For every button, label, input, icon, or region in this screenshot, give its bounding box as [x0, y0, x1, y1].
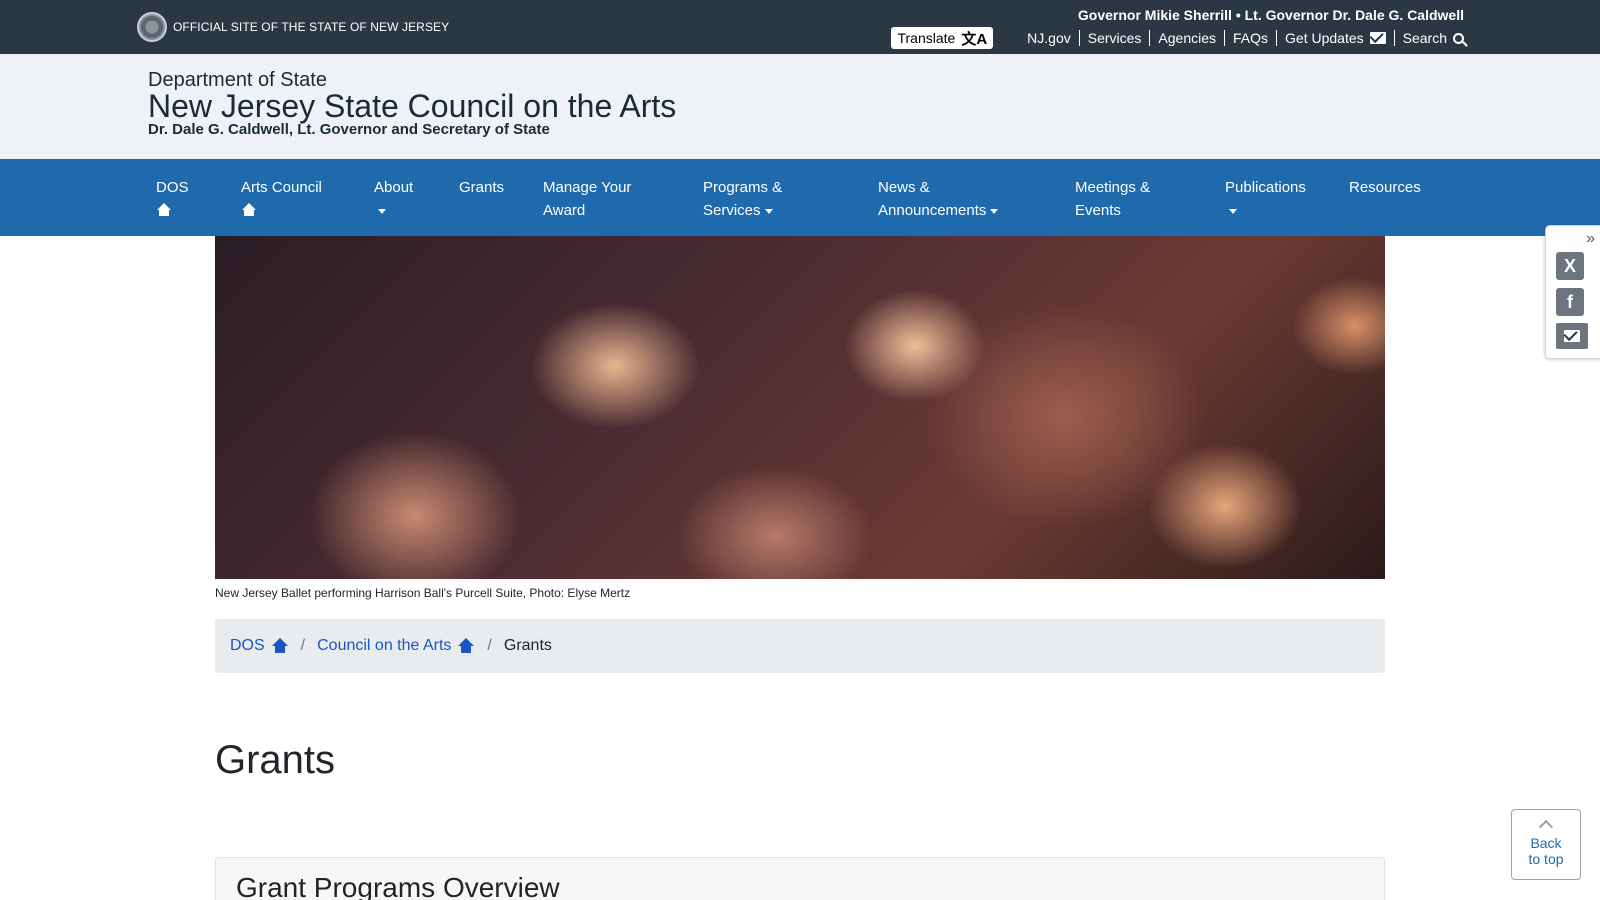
- facebook-glyph: f: [1567, 291, 1573, 312]
- nav-item-label: Programs &: [703, 179, 783, 196]
- chevron-up-icon: [1538, 819, 1554, 835]
- nav-item-label-2: Announcements: [878, 202, 987, 219]
- caret-down-icon: [1229, 208, 1237, 214]
- share-bar: » X f: [1545, 225, 1600, 359]
- nav-item-label: Publications: [1225, 179, 1306, 196]
- site-header: Department of State New Jersey State Cou…: [0, 54, 1600, 159]
- search-link[interactable]: Search: [1395, 30, 1464, 46]
- nav-item-programs-services[interactable]: Programs & Services: [703, 176, 782, 222]
- hero-image: [215, 236, 1385, 579]
- nav-item-label-2: Services: [703, 202, 761, 219]
- breadcrumb-council[interactable]: Council on the Arts: [317, 637, 475, 655]
- home-icon: [156, 203, 172, 217]
- get-updates-label: Get Updates: [1285, 30, 1364, 46]
- nav-item-about[interactable]: About: [374, 176, 413, 222]
- nav-item-label-2: Events: [1075, 202, 1121, 219]
- nav-item-label: About: [374, 179, 414, 196]
- nav-item-manage-award[interactable]: Manage Your Award: [543, 176, 631, 222]
- hero-caption: New Jersey Ballet performing Harrison Ba…: [215, 586, 631, 600]
- breadcrumb-label: DOS: [230, 637, 265, 654]
- search-label: Search: [1402, 30, 1447, 46]
- back-to-top-label: Back: [1530, 835, 1562, 851]
- x-glyph: X: [1563, 255, 1576, 276]
- official-site-text: OFFICIAL SITE OF THE STATE OF NEW JERSEY: [173, 20, 450, 34]
- nav-item-grants[interactable]: Grants: [459, 176, 504, 199]
- caret-down-icon: [378, 208, 386, 214]
- email-share-icon[interactable]: [1556, 323, 1588, 349]
- translate-button[interactable]: Translate 文A: [891, 27, 994, 49]
- caret-down-icon: [990, 208, 999, 214]
- breadcrumb-separator: /: [300, 637, 306, 654]
- get-updates-link[interactable]: Get Updates: [1277, 30, 1395, 46]
- main-nav: DOS Arts Council About Grants Manage You…: [0, 159, 1600, 236]
- home-icon: [271, 638, 289, 654]
- state-bar: OFFICIAL SITE OF THE STATE OF NEW JERSEY…: [0, 0, 1600, 54]
- nav-item-label: Resources: [1349, 179, 1421, 196]
- nav-item-label: Arts Council: [241, 179, 322, 196]
- nav-item-label: Manage Your: [543, 179, 632, 196]
- facebook-share-icon[interactable]: f: [1556, 288, 1584, 316]
- home-icon: [241, 203, 257, 217]
- breadcrumb-separator: /: [487, 637, 492, 654]
- agencies-link[interactable]: Agencies: [1150, 30, 1226, 46]
- nav-item-label: Grants: [459, 179, 505, 196]
- nav-item-label: Meetings &: [1075, 179, 1151, 196]
- state-seal-icon: [137, 12, 167, 42]
- utility-links: Translate 文A NJ.gov Services Agencies FA…: [891, 27, 1464, 49]
- breadcrumb-label: Council on the Arts: [317, 637, 452, 654]
- nav-item-resources[interactable]: Resources: [1349, 176, 1421, 199]
- page-title: Grants: [215, 738, 336, 782]
- nav-item-news[interactable]: News & Announcements: [878, 176, 999, 222]
- twitter-x-share-icon[interactable]: X: [1556, 252, 1584, 280]
- official-site-banner[interactable]: OFFICIAL SITE OF THE STATE OF NEW JERSEY: [137, 12, 449, 42]
- nav-item-label-2: Award: [543, 202, 586, 219]
- translate-label: Translate: [897, 30, 956, 46]
- grant-overview-card: Grant Programs Overview: [215, 857, 1385, 900]
- nav-item-arts-council[interactable]: Arts Council: [241, 176, 322, 224]
- governor-line: Governor Mikie Sherrill • Lt. Governor D…: [1077, 7, 1464, 23]
- envelope-icon: [1564, 330, 1580, 342]
- caret-down-icon: [764, 208, 773, 214]
- section-title: Grant Programs Overview: [236, 872, 560, 900]
- home-icon: [457, 638, 475, 654]
- breadcrumb-dos[interactable]: DOS: [230, 637, 289, 655]
- nav-item-dos[interactable]: DOS: [156, 176, 189, 224]
- breadcrumb-current: Grants: [503, 637, 552, 654]
- nav-item-meetings[interactable]: Meetings & Events: [1075, 176, 1150, 222]
- services-link[interactable]: Services: [1080, 30, 1151, 46]
- search-icon: [1453, 32, 1464, 44]
- envelope-icon: [1369, 32, 1386, 44]
- faqs-link[interactable]: FAQs: [1225, 30, 1278, 46]
- breadcrumb: DOS / Council on the Arts / Grants: [215, 619, 1385, 673]
- back-to-top-label-2: to top: [1528, 851, 1564, 867]
- site-title[interactable]: New Jersey State Council on the Arts: [148, 88, 676, 125]
- nav-item-label: DOS: [156, 179, 189, 196]
- site-subtitle: Dr. Dale G. Caldwell, Lt. Governor and S…: [148, 121, 550, 138]
- translate-icon: 文A: [961, 30, 988, 48]
- back-to-top-button[interactable]: Back to top: [1511, 809, 1581, 880]
- nav-item-label: News &: [878, 179, 930, 196]
- njgov-link[interactable]: NJ.gov: [1019, 30, 1080, 46]
- collapse-share-icon[interactable]: »: [1586, 230, 1595, 248]
- nav-item-publications[interactable]: Publications: [1225, 176, 1306, 222]
